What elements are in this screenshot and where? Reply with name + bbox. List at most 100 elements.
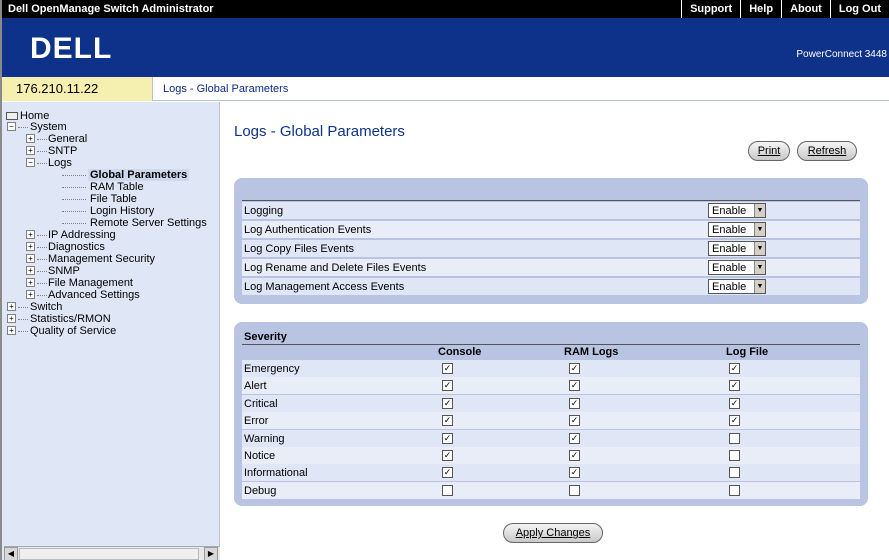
scroll-left-icon[interactable]: ◀ (4, 547, 18, 560)
console-checkbox[interactable]: ✓ (442, 467, 453, 479)
home-icon (6, 112, 18, 120)
log-file-checkbox[interactable]: ✓ (729, 415, 740, 427)
ram-logs-checkbox[interactable] (569, 484, 580, 496)
severity-level-label: Critical (244, 397, 278, 410)
console-checkbox[interactable] (442, 484, 453, 496)
severity-level-label: Debug (244, 484, 277, 497)
col-console: Console (438, 346, 482, 358)
global-settings-panel: Logging Enable ▼ Log Authentication Event… (234, 178, 868, 304)
logging-select[interactable]: Enable ▼ (708, 203, 766, 218)
ram-logs-checkbox[interactable]: ✓ (569, 415, 580, 427)
device-ip: 176.210.11.22 (2, 77, 153, 101)
ram-logs-checkbox[interactable]: ✓ (569, 432, 580, 444)
log-file-checkbox[interactable]: ✓ (729, 397, 740, 409)
dell-logo: DELL (30, 32, 130, 65)
log-file-checkbox[interactable] (729, 432, 740, 444)
severity-header: Console RAM Logs Log File (242, 346, 860, 359)
ram-logs-checkbox[interactable]: ✓ (569, 467, 580, 479)
ram-logs-checkbox[interactable]: ✓ (569, 380, 580, 392)
product-name: PowerConnect 3448 (796, 49, 887, 60)
expand-icon[interactable]: + (26, 278, 35, 287)
app-window: Dell OpenManage Switch Administrator Sup… (0, 0, 889, 560)
expand-icon[interactable]: + (7, 302, 16, 311)
severity-row: Notice ✓ ✓ (242, 447, 860, 464)
print-button[interactable]: Print (748, 141, 790, 161)
log-file-checkbox[interactable] (729, 484, 740, 496)
severity-row: Emergency ✓ ✓ ✓ (242, 360, 860, 377)
expand-icon[interactable]: + (26, 242, 35, 251)
console-checkbox[interactable]: ✓ (442, 432, 453, 444)
expand-icon[interactable]: + (7, 326, 16, 335)
apply-changes-button[interactable]: Apply Changes (503, 523, 603, 543)
page-title: Logs - Global Parameters (234, 123, 405, 140)
expand-icon[interactable]: + (26, 146, 35, 155)
setting-row: Logging Enable ▼ (242, 202, 860, 219)
breadcrumb: Logs - Global Parameters (163, 83, 289, 95)
setting-row: Log Copy Files Events Enable ▼ (242, 240, 860, 257)
setting-row: Log Authentication Events Enable ▼ (242, 221, 860, 238)
console-checkbox[interactable]: ✓ (442, 397, 453, 409)
console-checkbox[interactable]: ✓ (442, 380, 453, 392)
breadcrumb-bar: 176.210.11.22 Logs - Global Parameters (2, 77, 889, 101)
log-file-checkbox[interactable] (729, 467, 740, 479)
severity-panel: Severity Console RAM Logs Log File Emerg… (234, 322, 868, 506)
ram-logs-checkbox[interactable]: ✓ (569, 450, 580, 461)
log-management-access-select[interactable]: Enable ▼ (708, 279, 766, 294)
severity-row: Alert ✓ ✓ ✓ (242, 377, 860, 395)
dropdown-arrow-icon: ▼ (754, 280, 765, 293)
log-authentication-select[interactable]: Enable ▼ (708, 222, 766, 237)
severity-row: Debug (242, 481, 860, 499)
severity-level-label: Alert (244, 380, 267, 393)
console-checkbox[interactable]: ✓ (442, 415, 453, 427)
expand-icon[interactable]: + (26, 254, 35, 263)
severity-level-label: Warning (244, 432, 285, 445)
expand-icon[interactable]: + (7, 314, 16, 323)
ram-logs-checkbox[interactable]: ✓ (569, 363, 580, 374)
severity-row: Informational ✓ ✓ (242, 464, 860, 482)
expand-icon[interactable]: + (26, 290, 35, 299)
top-bar: Dell OpenManage Switch Administrator Sup… (2, 0, 889, 18)
log-copy-files-select[interactable]: Enable ▼ (708, 241, 766, 256)
expand-icon[interactable]: + (26, 266, 35, 275)
help-link[interactable]: Help (740, 0, 781, 18)
severity-row: Error ✓ ✓ ✓ (242, 412, 860, 430)
dropdown-arrow-icon: ▼ (754, 223, 765, 236)
scroll-right-icon[interactable]: ▶ (204, 547, 218, 560)
svg-text:DELL: DELL (30, 32, 112, 62)
sidebar-tree: Home − System + General + SNTP − Logs Gl… (2, 102, 220, 560)
top-links: Support Help About Log Out (681, 0, 889, 18)
dropdown-arrow-icon: ▼ (754, 261, 765, 274)
console-checkbox[interactable]: ✓ (442, 363, 453, 374)
refresh-button[interactable]: Refresh (797, 141, 857, 161)
severity-level-label: Emergency (244, 363, 300, 375)
severity-title: Severity (244, 331, 287, 343)
log-rename-delete-select[interactable]: Enable ▼ (708, 260, 766, 275)
severity-row: Critical ✓ ✓ ✓ (242, 394, 860, 412)
dropdown-arrow-icon: ▼ (754, 204, 765, 217)
collapse-icon[interactable]: − (26, 158, 35, 167)
setting-row: Log Management Access Events Enable ▼ (242, 278, 860, 295)
severity-row: Warning ✓ ✓ (242, 429, 860, 447)
severity-level-label: Informational (244, 467, 308, 480)
banner: DELL PowerConnect 3448 (2, 18, 889, 77)
expand-icon[interactable]: + (26, 230, 35, 239)
sidebar-scrollbar[interactable]: ◀ ▶ (4, 546, 220, 560)
severity-level-label: Notice (244, 450, 276, 462)
scrollbar-thumb[interactable] (19, 548, 199, 560)
log-file-checkbox[interactable]: ✓ (729, 363, 740, 374)
col-log-file: Log File (726, 346, 769, 358)
app-title: Dell OpenManage Switch Administrator (8, 3, 214, 15)
setting-row: Log Rename and Delete Files Events Enabl… (242, 259, 860, 276)
log-file-checkbox[interactable]: ✓ (729, 380, 740, 392)
col-ram-logs: RAM Logs (564, 346, 619, 358)
ram-logs-checkbox[interactable]: ✓ (569, 397, 580, 409)
dropdown-arrow-icon: ▼ (754, 242, 765, 255)
about-link[interactable]: About (781, 0, 830, 18)
severity-level-label: Error (244, 415, 269, 428)
logout-link[interactable]: Log Out (829, 0, 889, 18)
expand-icon[interactable]: + (26, 134, 35, 143)
log-file-checkbox[interactable] (729, 450, 740, 461)
collapse-icon[interactable]: − (7, 122, 16, 131)
support-link[interactable]: Support (681, 0, 740, 18)
console-checkbox[interactable]: ✓ (442, 450, 453, 461)
